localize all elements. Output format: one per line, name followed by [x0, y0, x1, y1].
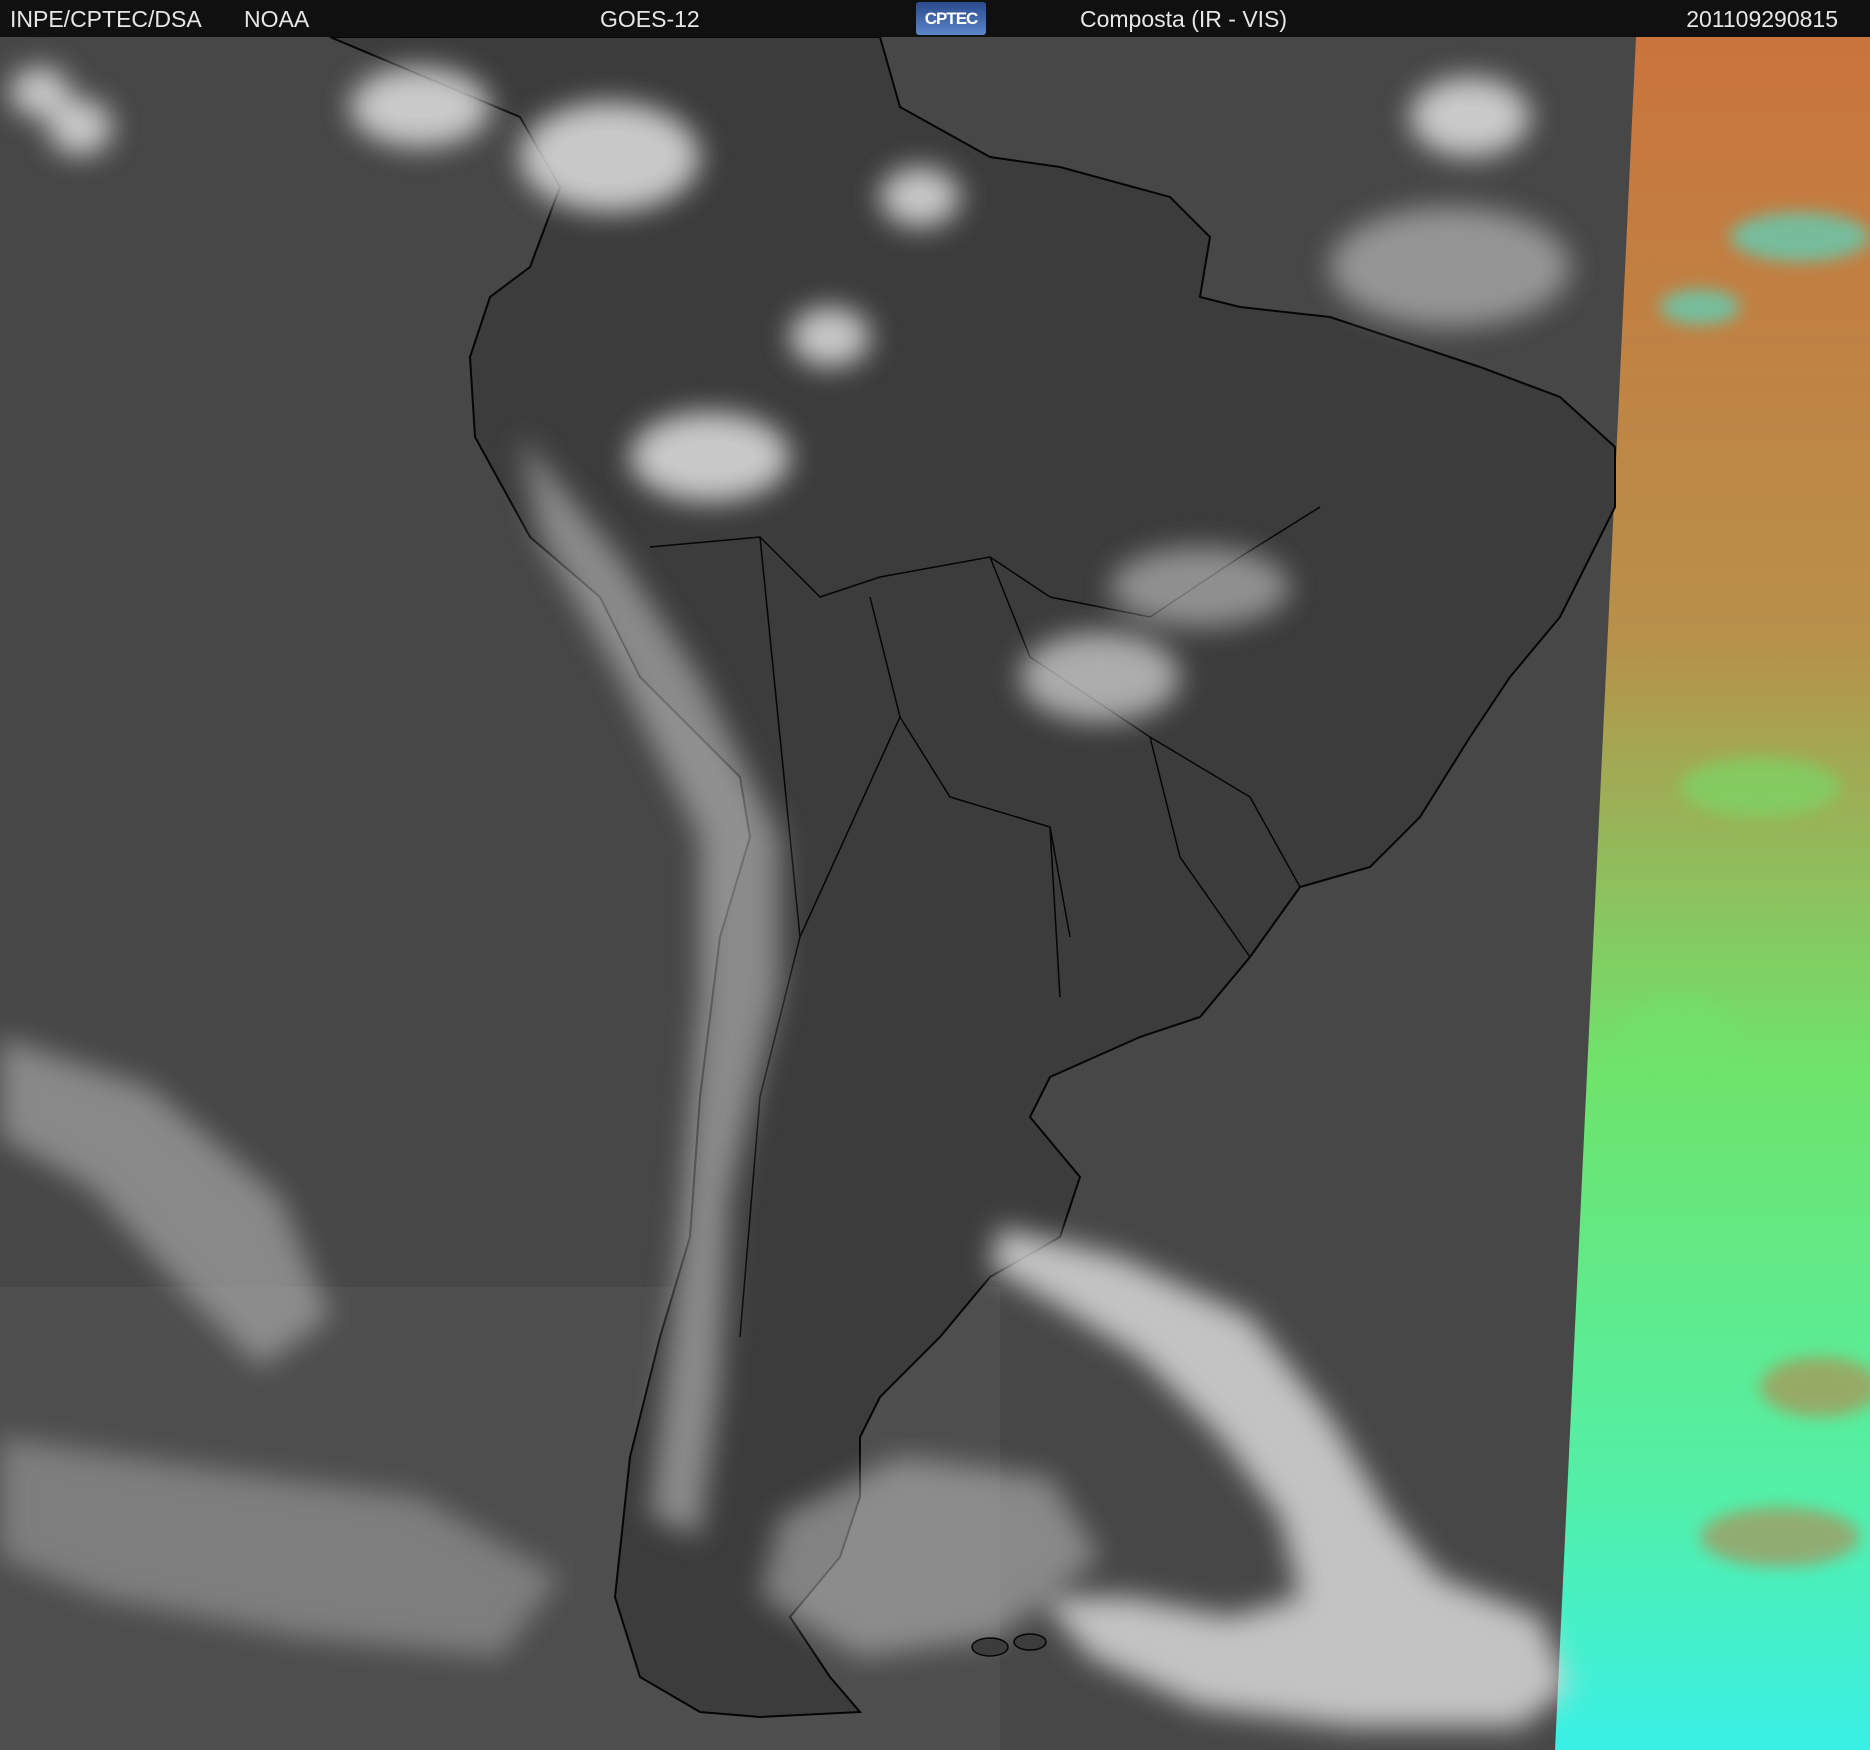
product-label: Composta (IR - VIS) [1080, 6, 1288, 32]
timestamp-label: 201109290815 [1686, 6, 1838, 32]
cptec-logo: CPTEC [916, 2, 986, 35]
agency-label: INPE/CPTEC/DSA [10, 6, 202, 32]
satellite-label: GOES-12 [600, 6, 700, 32]
image-header-bar: INPE/CPTEC/DSA NOAA GOES-12 CPTEC Compos… [0, 0, 1870, 37]
satellite-image [0, 37, 1870, 1750]
source-label: NOAA [244, 6, 310, 32]
